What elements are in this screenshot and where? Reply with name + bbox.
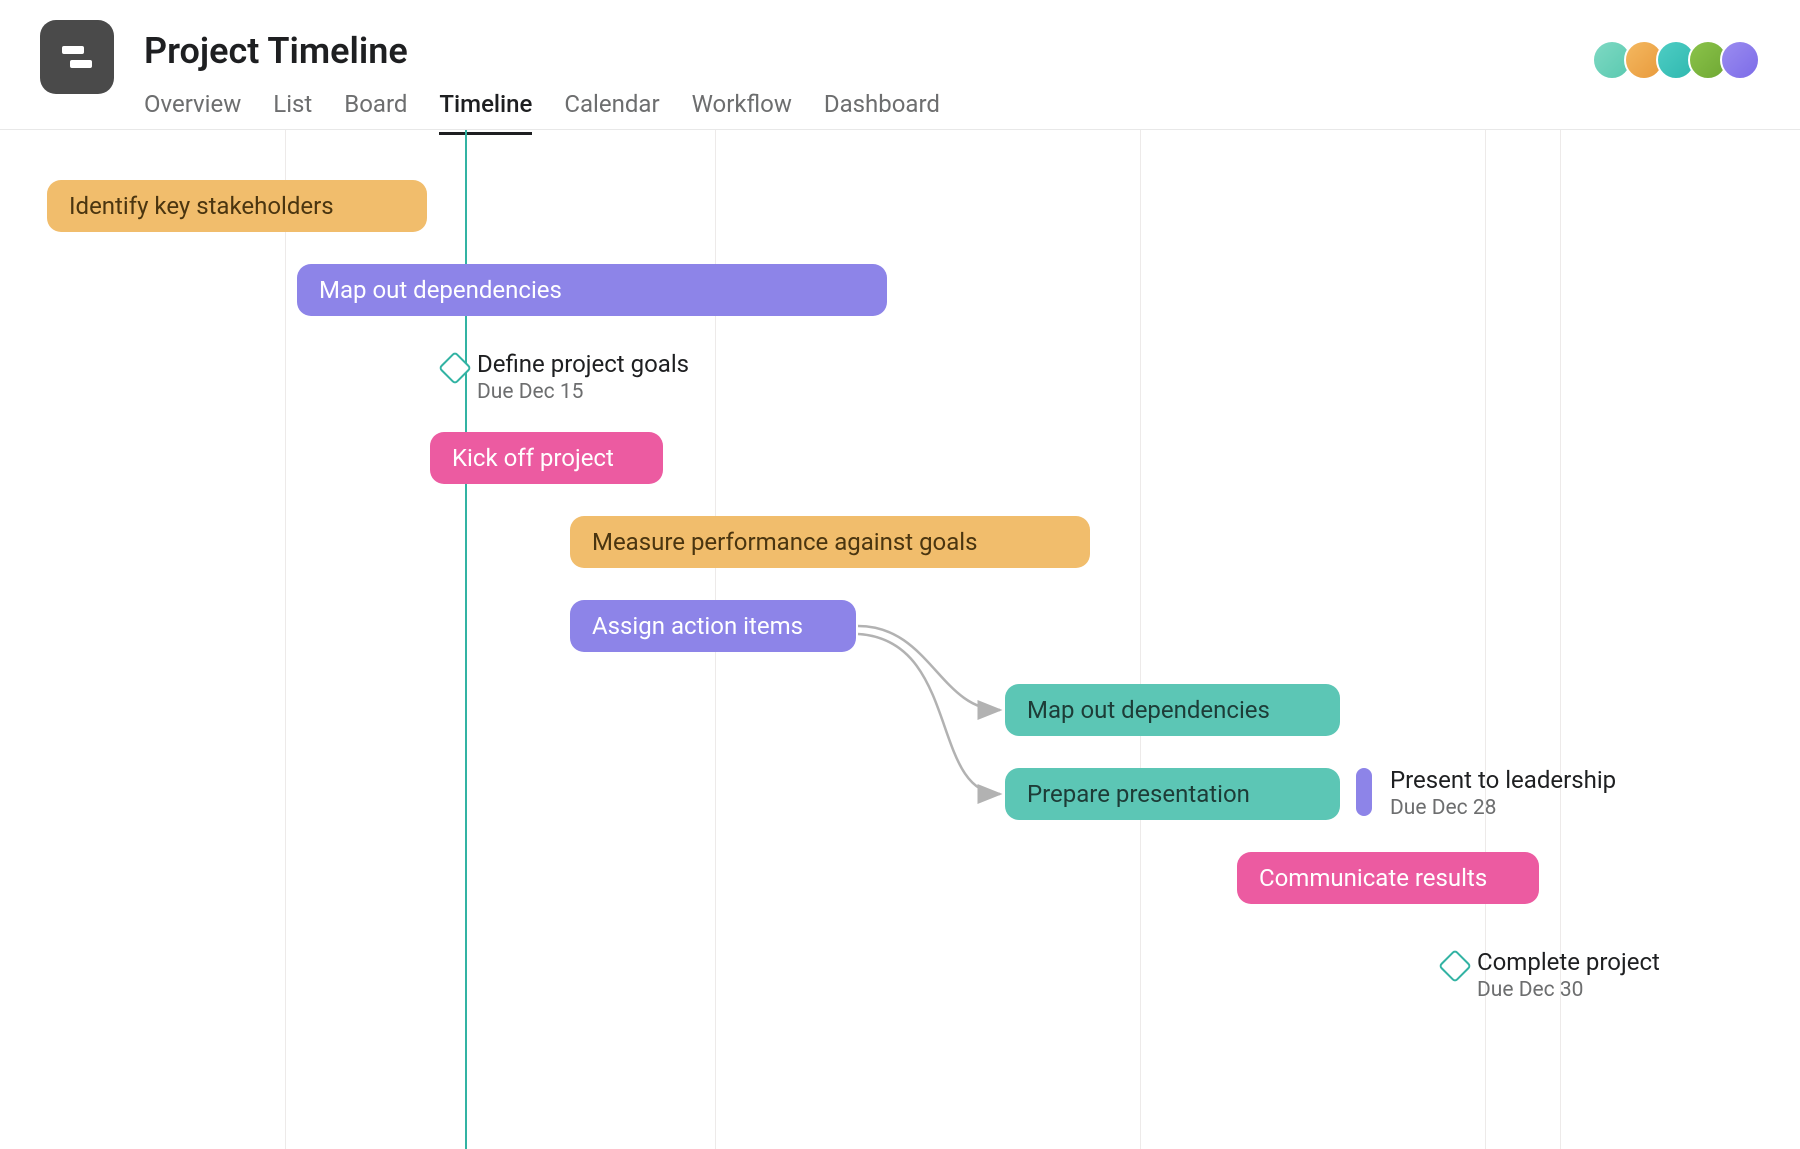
mini-milestone-label: Present to leadershipDue Dec 28 (1390, 766, 1616, 820)
tab-workflow[interactable]: Workflow (692, 90, 792, 135)
tabs: Overview List Board Timeline Calendar Wo… (144, 90, 940, 135)
project-logo-icon (40, 20, 114, 94)
task-bar-identify-stakeholders[interactable]: Identify key stakeholders (47, 180, 427, 232)
title-area: Project Timeline Overview List Board Tim… (144, 20, 940, 135)
tab-calendar[interactable]: Calendar (564, 90, 659, 135)
mini-milestone-due: Due Dec 28 (1390, 796, 1616, 820)
milestone-complete-project[interactable]: Complete projectDue Dec 30 (1443, 948, 1660, 1002)
tab-timeline[interactable]: Timeline (439, 90, 532, 135)
task-bar-map-dependencies-1[interactable]: Map out dependencies (297, 264, 887, 316)
tab-board[interactable]: Board (344, 90, 407, 135)
task-bar-map-dependencies-2[interactable]: Map out dependencies (1005, 684, 1340, 736)
milestone-diamond-icon (1438, 949, 1472, 983)
milestone-due: Due Dec 15 (477, 380, 689, 404)
mini-milestone-pill[interactable] (1356, 768, 1372, 816)
avatar[interactable] (1720, 40, 1760, 80)
milestone-define-goals[interactable]: Define project goalsDue Dec 15 (443, 350, 689, 404)
mini-milestone-title: Present to leadership (1390, 766, 1616, 794)
gridline (285, 130, 286, 1149)
milestone-due: Due Dec 30 (1477, 978, 1660, 1002)
page-title: Project Timeline (144, 30, 940, 72)
task-bar-assign-action-items[interactable]: Assign action items (570, 600, 856, 652)
tab-dashboard[interactable]: Dashboard (824, 90, 940, 135)
task-bar-communicate-results[interactable]: Communicate results (1237, 852, 1539, 904)
task-bar-prepare-presentation[interactable]: Prepare presentation (1005, 768, 1340, 820)
milestone-title: Complete project (1477, 948, 1660, 976)
milestone-diamond-icon (438, 351, 472, 385)
header: Project Timeline Overview List Board Tim… (0, 0, 1800, 130)
tab-list[interactable]: List (273, 90, 312, 135)
milestone-title: Define project goals (477, 350, 689, 378)
task-bar-kick-off-project[interactable]: Kick off project (430, 432, 663, 484)
avatar-stack[interactable] (1600, 40, 1760, 80)
gridline (1140, 130, 1141, 1149)
timeline-canvas[interactable]: Identify key stakeholders Map out depende… (0, 130, 1800, 1149)
tab-overview[interactable]: Overview (144, 90, 241, 135)
task-bar-measure-performance[interactable]: Measure performance against goals (570, 516, 1090, 568)
